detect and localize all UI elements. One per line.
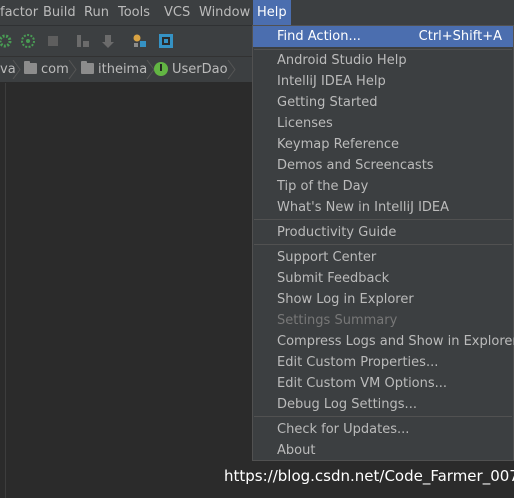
menu-item-about[interactable]: About xyxy=(253,440,513,461)
sdk-manager-icon[interactable] xyxy=(158,33,174,49)
menu-item-compress-logs[interactable]: Compress Logs and Show in Explorer xyxy=(253,331,514,352)
menu-help[interactable]: Help xyxy=(253,0,291,25)
menu-item-label: Keymap Reference xyxy=(277,137,400,152)
stop-icon[interactable] xyxy=(45,33,61,49)
menu-item-android-studio-help[interactable]: Android Studio Help xyxy=(253,50,513,71)
menu-vcs[interactable]: VCS xyxy=(164,0,190,25)
watermark-text: https://blog.csdn.net/Code_Farmer_007 xyxy=(224,467,514,485)
download-icon[interactable] xyxy=(100,33,116,49)
menu-build[interactable]: Build xyxy=(43,0,76,25)
menu-window[interactable]: Window xyxy=(199,0,250,25)
menu-item-show-log[interactable]: Show Log in Explorer xyxy=(253,289,513,310)
menu-item-label: About xyxy=(277,443,316,458)
chevron-right-icon xyxy=(227,60,236,79)
menu-item-label: Productivity Guide xyxy=(277,225,397,240)
menu-item-label: Check for Updates... xyxy=(277,422,410,437)
editor-area[interactable] xyxy=(0,83,252,498)
menu-divider xyxy=(254,244,512,245)
menu-item-licenses[interactable]: Licenses xyxy=(253,113,513,134)
breadcrumb-itheima[interactable]: itheima xyxy=(98,57,147,82)
menu-item-label: Debug Log Settings... xyxy=(277,397,417,412)
menu-item-label: Edit Custom VM Options... xyxy=(277,376,448,391)
project-structure-icon[interactable] xyxy=(132,33,148,49)
sync-gear-icon[interactable] xyxy=(0,33,16,49)
menu-item-label: Licenses xyxy=(277,116,333,131)
menu-bar: factor Build Run Tools VCS Window Help xyxy=(0,0,514,26)
menu-item-edit-custom-properties[interactable]: Edit Custom Properties... xyxy=(253,352,513,373)
menu-run[interactable]: Run xyxy=(84,0,109,25)
build-project-icon[interactable] xyxy=(75,33,91,49)
folder-icon xyxy=(81,61,94,74)
menu-item-debug-log-settings[interactable]: Debug Log Settings... xyxy=(253,394,513,415)
menu-item-label: Compress Logs and Show in Explorer xyxy=(277,334,514,349)
menu-item-edit-custom-vm-options[interactable]: Edit Custom VM Options... xyxy=(253,373,513,394)
menu-item-intellij-idea-help[interactable]: IntelliJ IDEA Help xyxy=(253,71,513,92)
menu-item-check-for-updates[interactable]: Check for Updates... xyxy=(253,419,513,440)
menu-item-label: Demos and Screencasts xyxy=(277,158,434,173)
breadcrumb: va com itheima I UserDao xyxy=(0,57,252,83)
menu-item-tip-of-the-day[interactable]: Tip of the Day xyxy=(253,176,513,197)
menu-item-support-center[interactable]: Support Center xyxy=(253,247,513,268)
toolbar xyxy=(0,26,252,57)
menu-item-find-action[interactable]: Find Action... Ctrl+Shift+A xyxy=(253,26,513,47)
menu-item-whats-new[interactable]: What's New in IntelliJ IDEA xyxy=(253,197,513,218)
menu-item-settings-summary: Settings Summary xyxy=(253,310,513,331)
help-menu-dropdown: Find Action... Ctrl+Shift+A Android Stud… xyxy=(252,25,514,461)
editor-gutter-divider xyxy=(5,83,6,498)
interface-icon: I xyxy=(154,62,168,76)
menu-divider xyxy=(254,219,512,220)
menu-item-label: What's New in IntelliJ IDEA xyxy=(277,200,450,215)
menu-item-label: IntelliJ IDEA Help xyxy=(277,74,386,89)
menu-item-productivity-guide[interactable]: Productivity Guide xyxy=(253,222,513,243)
menu-refactor[interactable]: factor xyxy=(0,0,38,25)
menu-item-label: Tip of the Day xyxy=(277,179,369,194)
menu-item-label: Support Center xyxy=(277,250,377,265)
menu-item-label: Getting Started xyxy=(277,95,378,110)
chevron-right-icon xyxy=(68,60,77,79)
breadcrumb-com[interactable]: com xyxy=(41,57,69,82)
menu-item-label: Show Log in Explorer xyxy=(277,292,414,307)
menu-item-keymap-reference[interactable]: Keymap Reference xyxy=(253,134,513,155)
menu-item-label: Find Action... xyxy=(277,29,361,44)
menu-item-shortcut: Ctrl+Shift+A xyxy=(418,29,502,44)
menu-item-label: Settings Summary xyxy=(277,313,398,328)
menu-item-getting-started[interactable]: Getting Started xyxy=(253,92,513,113)
chevron-right-icon xyxy=(12,60,21,79)
menu-tools[interactable]: Tools xyxy=(118,0,150,25)
menu-item-label: Android Studio Help xyxy=(277,53,407,68)
menu-item-submit-feedback[interactable]: Submit Feedback xyxy=(253,268,513,289)
folder-icon xyxy=(24,61,37,74)
menu-item-label: Submit Feedback xyxy=(277,271,390,286)
menu-divider xyxy=(254,416,512,417)
menu-item-label: Edit Custom Properties... xyxy=(277,355,439,370)
menu-item-demos-screencasts[interactable]: Demos and Screencasts xyxy=(253,155,513,176)
breadcrumb-userdao[interactable]: UserDao xyxy=(172,57,228,82)
debug-attach-icon[interactable] xyxy=(20,33,36,49)
